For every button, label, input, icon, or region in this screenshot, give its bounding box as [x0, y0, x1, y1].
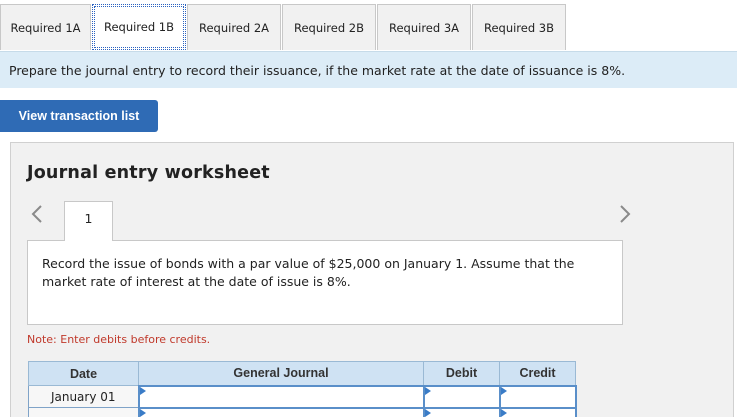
chevron-right-icon[interactable] — [617, 203, 633, 225]
journal-table: Date General Journal Debit Credit Januar… — [28, 361, 577, 417]
debit-input[interactable] — [422, 384, 501, 409]
tab-required-1b[interactable]: Required 1B — [92, 4, 186, 50]
tab-required-3b[interactable]: Required 3B — [472, 4, 566, 50]
tab-bar: Required 1A Required 1B Required 2A Requ… — [0, 4, 567, 50]
table-row — [28, 406, 577, 417]
table-row: January 01 — [28, 384, 577, 409]
journal-entry-worksheet: Journal entry worksheet 1 Record the iss… — [10, 142, 734, 417]
column-header-credit: Credit — [499, 361, 576, 386]
journal-header-row: Date General Journal Debit Credit — [28, 361, 576, 386]
column-header-general-journal: General Journal — [138, 361, 424, 386]
account-input[interactable] — [137, 406, 425, 417]
instruction-banner: Prepare the journal entry to record thei… — [0, 51, 737, 88]
column-header-date: Date — [28, 361, 139, 386]
entry-tab-1[interactable]: 1 — [64, 201, 113, 241]
credit-input[interactable] — [498, 406, 577, 417]
tab-required-1a[interactable]: Required 1A — [0, 4, 91, 50]
account-input[interactable] — [137, 384, 425, 409]
entry-note: Note: Enter debits before credits. — [27, 333, 211, 346]
credit-input[interactable] — [498, 384, 577, 409]
debit-input[interactable] — [422, 406, 501, 417]
date-cell — [28, 407, 139, 417]
date-cell: January 01 — [28, 385, 139, 408]
chevron-left-icon[interactable] — [29, 203, 45, 225]
tab-required-2a[interactable]: Required 2A — [187, 4, 281, 50]
tab-required-2b[interactable]: Required 2B — [282, 4, 376, 50]
entry-description: Record the issue of bonds with a par val… — [27, 240, 623, 325]
view-transaction-list-button[interactable]: View transaction list — [0, 100, 158, 132]
tab-required-3a[interactable]: Required 3A — [377, 4, 471, 50]
column-header-debit: Debit — [423, 361, 500, 386]
worksheet-title: Journal entry worksheet — [27, 163, 270, 183]
